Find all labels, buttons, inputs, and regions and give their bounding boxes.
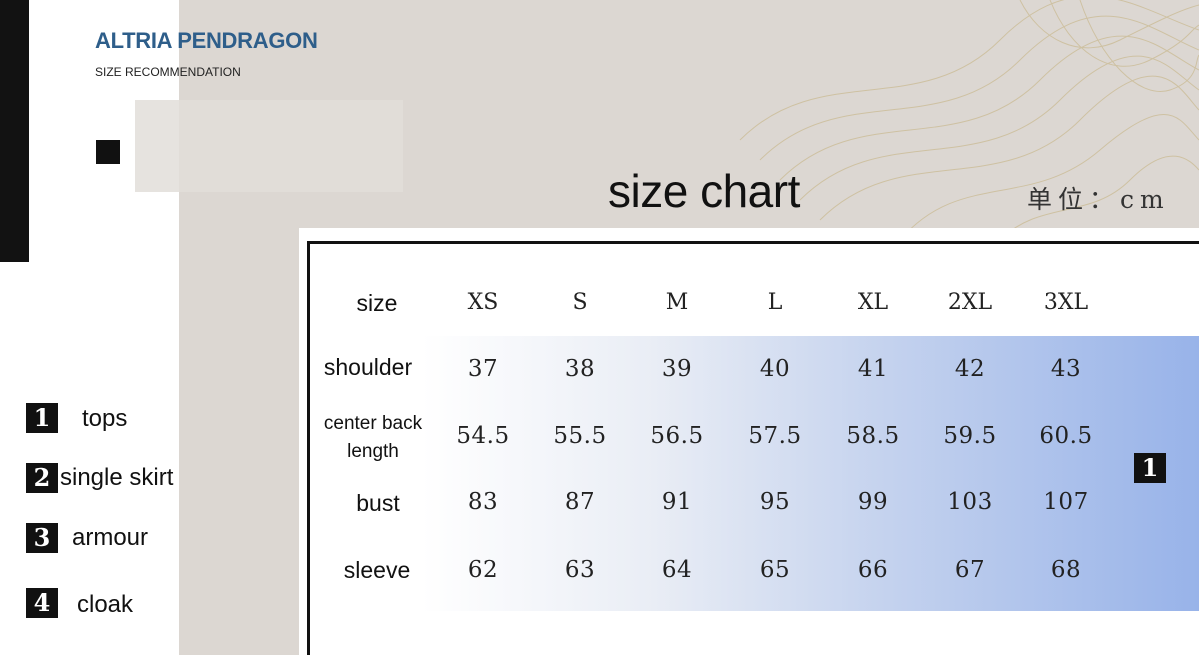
row-label-bust: bust	[356, 490, 400, 516]
table-cell: 41	[857, 356, 889, 382]
table-cell: 62	[467, 557, 499, 583]
table-cell: 91	[661, 489, 693, 515]
brand-title: ALTRIA PENDRAGON	[95, 28, 318, 53]
legend-label-cloak: cloak	[77, 591, 134, 618]
unit-label: 单位：cm	[1027, 185, 1170, 214]
table-cell: 60.5	[1039, 423, 1093, 449]
table-cell: 38	[564, 356, 596, 382]
table-cell: 95	[759, 489, 791, 515]
table-cell: 39	[661, 356, 693, 382]
table-cell: 64	[661, 557, 693, 583]
legend-label-armour: armour	[72, 524, 149, 551]
size-m: M	[665, 290, 689, 315]
legend-number-3: 3	[26, 523, 58, 553]
row-label-line-2: length	[347, 441, 399, 462]
table-cell: 56.5	[650, 423, 704, 449]
table-cell: 37	[467, 356, 499, 382]
table-cell: 57.5	[748, 423, 802, 449]
table-cell: 68	[1050, 557, 1082, 583]
blurred-area	[135, 100, 403, 192]
table-cell: 107	[1043, 489, 1089, 515]
table-cell: 58.5	[846, 423, 900, 449]
table-cell: 55.5	[553, 423, 607, 449]
legend-number-2: 2	[26, 463, 58, 493]
brand-subtitle: SIZE RECOMMENDATION	[95, 65, 241, 79]
table-cell: 43	[1050, 356, 1082, 382]
table-cell: 67	[954, 557, 986, 583]
table-cell: 87	[564, 489, 596, 515]
size-header: size	[356, 290, 398, 316]
table-cell: 59.5	[943, 423, 997, 449]
legend-label-tops: tops	[82, 405, 128, 432]
left-black-bar	[0, 0, 29, 262]
legend-number-4: 4	[26, 588, 58, 618]
size-2xl: 2XL	[947, 290, 993, 315]
legend-label-single-skirt: single skirt	[60, 464, 174, 491]
size-3xl: 3XL	[1043, 290, 1089, 315]
table-cell: 66	[857, 557, 889, 583]
size-xl: XL	[857, 290, 889, 315]
row-label-center-back-length: center back length	[324, 410, 422, 466]
table-cell: 103	[947, 489, 993, 515]
table-cell: 65	[759, 557, 791, 583]
black-square	[96, 140, 120, 164]
table-item-badge: 1	[1134, 453, 1166, 483]
row-label-sleeve: sleeve	[343, 557, 411, 583]
table-cell: 54.5	[456, 423, 510, 449]
table-cell: 83	[467, 489, 499, 515]
table-cell: 99	[857, 489, 889, 515]
size-xs: XS	[467, 290, 499, 315]
legend-number-1: 1	[26, 403, 58, 433]
chart-title: size chart	[608, 165, 800, 217]
table-cell: 63	[564, 557, 596, 583]
row-label-shoulder: shoulder	[323, 354, 413, 380]
table-cell: 40	[759, 356, 791, 382]
size-l: L	[767, 290, 783, 315]
table-cell: 42	[954, 356, 986, 382]
size-s: S	[572, 290, 588, 315]
row-label-line-1: center back	[323, 413, 423, 434]
